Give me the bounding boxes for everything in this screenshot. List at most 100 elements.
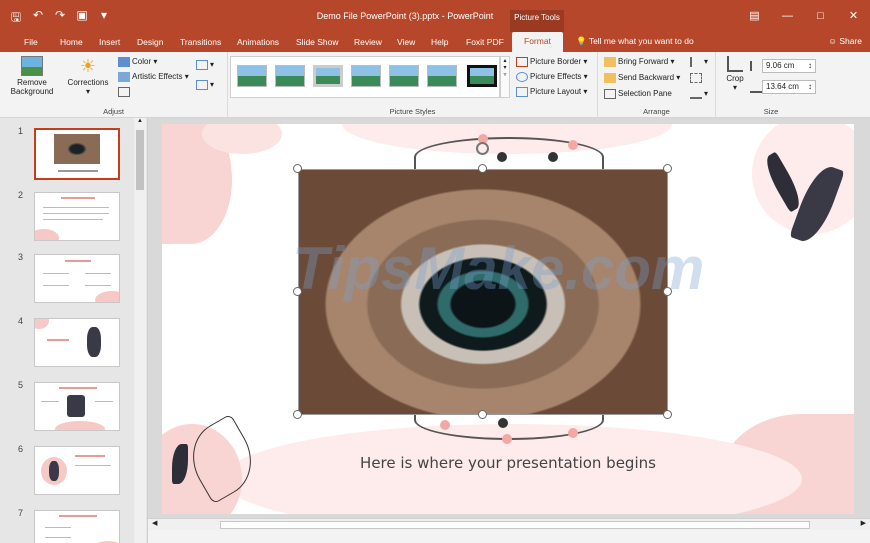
slide-thumbnail-2[interactable] <box>34 192 120 241</box>
close-icon[interactable]: ✕ <box>837 0 870 32</box>
slide-thumbnail-7[interactable] <box>34 510 120 543</box>
artistic-effects-button[interactable]: Artistic Effects ▾ <box>118 72 189 82</box>
scroll-left-icon[interactable]: ◀ <box>152 519 157 527</box>
tab-transitions[interactable]: Transitions <box>180 37 221 47</box>
group-label-adjust: Adjust <box>103 107 124 116</box>
change-picture-button[interactable]: ▾ <box>196 80 214 90</box>
sun-icon: ☀ <box>79 56 97 76</box>
slide-1[interactable]: TipsMake.com Here is where your presenta… <box>162 124 854 514</box>
align-button[interactable]: ▾ <box>690 57 708 67</box>
group-objects-button[interactable] <box>690 73 704 83</box>
rotate-handle[interactable] <box>476 142 489 155</box>
thumbnail-number: 5 <box>18 380 24 390</box>
width-field[interactable]: 13.64 cm ↕ <box>762 80 816 94</box>
bring-forward-button[interactable]: Bring Forward ▾ <box>604 57 675 67</box>
change-picture-icon <box>196 80 208 90</box>
pink-dot <box>568 428 578 438</box>
tab-design[interactable]: Design <box>137 37 163 47</box>
picture-effects-button[interactable]: Picture Effects ▾ <box>516 72 588 82</box>
lightbulb-icon: 💡 <box>576 36 587 46</box>
height-field[interactable]: 9.06 cm ↕ <box>762 59 816 73</box>
group-label-arrange: Arrange <box>643 107 670 116</box>
gallery-scroll-buttons[interactable]: ▴ ▾ ▿ <box>500 56 510 98</box>
picture-style-4[interactable] <box>351 65 381 87</box>
thumbnail-number: 2 <box>18 190 24 200</box>
color-button[interactable]: Color ▾ <box>118 57 157 67</box>
maximize-icon[interactable]: □ <box>804 0 837 32</box>
picture-border-button[interactable]: Picture Border ▾ <box>516 57 587 67</box>
resize-handle-top-left[interactable] <box>293 164 302 173</box>
rotate-button[interactable]: ▾ <box>690 89 708 99</box>
slide-thumbnail-3[interactable] <box>34 254 120 303</box>
resize-handle-bottom[interactable] <box>478 410 487 419</box>
artistic-effects-icon <box>118 72 130 82</box>
resize-handle-bottom-left[interactable] <box>293 410 302 419</box>
group-adjust: Remove Background ☀ Corrections ▾ Color ▾… <box>0 52 228 118</box>
compress-icon <box>196 60 208 70</box>
ribbon-format: Remove Background ☀ Corrections ▾ Color ▾… <box>0 52 870 118</box>
reset-picture-icon <box>118 87 130 97</box>
picture-style-7[interactable] <box>467 65 497 87</box>
tab-review[interactable]: Review <box>354 37 382 47</box>
picture-styles-gallery <box>230 56 500 98</box>
tab-animations[interactable]: Animations <box>237 37 279 47</box>
resize-handle-bottom-right[interactable] <box>663 410 672 419</box>
tab-foxit-pdf[interactable]: Foxit PDF <box>466 37 504 47</box>
tab-view[interactable]: View <box>397 37 415 47</box>
resize-handle-top[interactable] <box>478 164 487 173</box>
thumbnail-number: 3 <box>18 252 24 262</box>
group-size: Crop ▾ 9.06 cm ↕ 13.64 cm ↕ Size <box>716 52 826 118</box>
slide-thumbnail-5[interactable] <box>34 382 120 431</box>
slide-thumbnail-4[interactable] <box>34 318 120 367</box>
corrections-button[interactable]: ☀ Corrections ▾ <box>66 56 110 96</box>
tab-help[interactable]: Help <box>431 37 448 47</box>
slide-thumbnail-6[interactable] <box>34 446 120 495</box>
remove-background-button[interactable]: Remove Background <box>8 56 56 96</box>
scroll-right-icon[interactable]: ▶ <box>861 519 866 527</box>
slide-caption[interactable]: Here is where your presentation begins <box>162 454 854 472</box>
share-button[interactable]: ☺ Share <box>828 36 862 46</box>
resize-handle-right[interactable] <box>663 287 672 296</box>
tab-format[interactable]: Format <box>512 32 563 52</box>
group-icon <box>690 73 702 83</box>
resize-handle-top-right[interactable] <box>663 164 672 173</box>
tell-me-box[interactable]: 💡 Tell me what you want to do <box>576 36 694 47</box>
horizontal-scroll-thumb[interactable] <box>220 521 810 529</box>
picture-effects-icon <box>516 72 528 82</box>
thumbnail-scroll-thumb[interactable] <box>136 130 144 190</box>
thumbnail-number: 6 <box>18 444 24 454</box>
minimize-icon[interactable]: — <box>771 0 804 32</box>
reset-picture-button[interactable] <box>118 87 132 97</box>
selection-pane-button[interactable]: Selection Pane <box>604 89 672 99</box>
ribbon-display-icon[interactable]: ▤ <box>738 0 771 32</box>
tab-file[interactable]: File <box>24 37 38 47</box>
watermark: TipsMake.com <box>292 235 705 302</box>
thumbnail-number: 4 <box>18 316 24 326</box>
slide-thumbnail-1[interactable] <box>34 128 120 180</box>
send-backward-button[interactable]: Send Backward ▾ <box>604 73 680 83</box>
picture-style-3[interactable] <box>313 65 343 87</box>
picture-layout-button[interactable]: Picture Layout ▾ <box>516 87 587 97</box>
tab-insert[interactable]: Insert <box>99 37 120 47</box>
thumbnail-scrollbar[interactable]: ▲ <box>134 118 146 543</box>
picture-border-icon <box>516 57 528 67</box>
crop-button[interactable]: Crop ▾ <box>722 56 748 92</box>
thumbnail-number: 1 <box>18 126 24 136</box>
group-label-picture-styles: Picture Styles <box>389 107 436 116</box>
compress-pictures-button[interactable]: ▾ <box>196 60 214 70</box>
remove-background-icon <box>21 56 43 76</box>
scroll-up-icon[interactable]: ▲ <box>134 118 146 124</box>
group-arrange: Bring Forward ▾ Send Backward ▾ Selectio… <box>598 52 716 118</box>
picture-style-5[interactable] <box>389 65 419 87</box>
tab-home[interactable]: Home <box>60 37 83 47</box>
contextual-tab-group-label: Picture Tools <box>510 10 564 32</box>
resize-handle-left[interactable] <box>293 287 302 296</box>
dark-dot <box>548 152 558 162</box>
picture-style-6[interactable] <box>427 65 457 87</box>
tab-slide-show[interactable]: Slide Show <box>296 37 339 47</box>
picture-style-1[interactable] <box>237 65 267 87</box>
picture-style-2[interactable] <box>275 65 305 87</box>
horizontal-scrollbar[interactable]: ◀ ▶ <box>148 518 870 530</box>
slide-editing-area: TipsMake.com Here is where your presenta… <box>148 118 870 518</box>
dark-dot <box>498 418 508 428</box>
